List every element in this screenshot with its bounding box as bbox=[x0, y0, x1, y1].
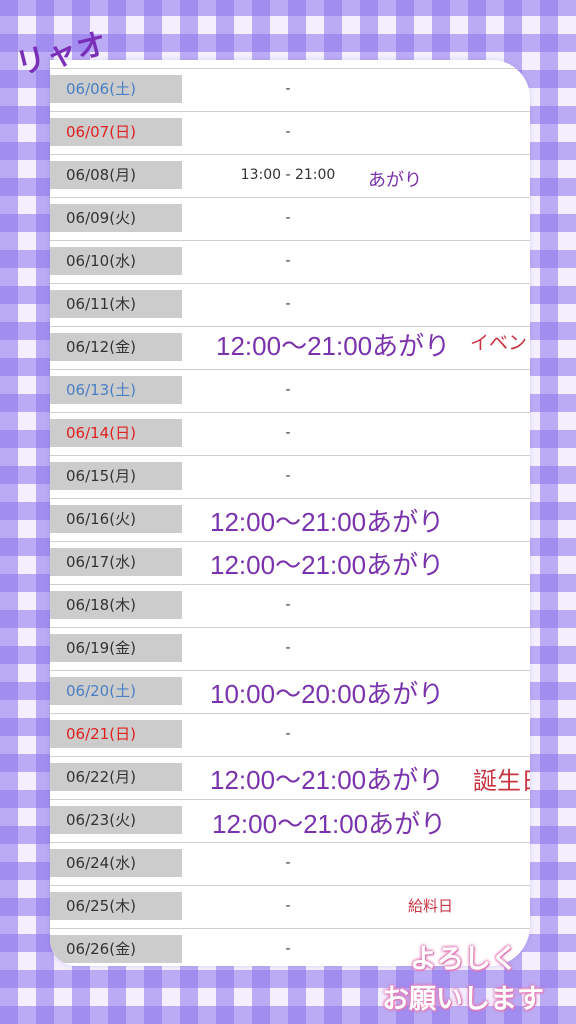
time-cell: - bbox=[285, 726, 291, 742]
schedule-row: 06/16(火) 12:00〜21:00あがり bbox=[50, 498, 530, 542]
event-tag: 誕生日 bbox=[473, 768, 530, 795]
date-cell: 06/10(水) bbox=[50, 247, 182, 275]
time-cell: - bbox=[285, 425, 291, 441]
date-cell: 06/14(日) bbox=[50, 419, 182, 447]
schedule-row: 06/14(日) - bbox=[50, 412, 530, 456]
schedule-row: 06/23(火) 12:00〜21:00あがり bbox=[50, 799, 530, 843]
date-cell: 06/12(金) bbox=[50, 333, 182, 361]
time-cell: - bbox=[285, 855, 291, 871]
schedule-row: 06/09(火) - bbox=[50, 197, 530, 241]
sticker-line1: よろしく bbox=[410, 944, 518, 974]
schedule-card: 06/05(金)-06/06(土)-06/07(日)-06/08(月)13:00… bbox=[50, 60, 530, 966]
time-cell: - bbox=[285, 210, 291, 226]
date-cell: 06/11(木) bbox=[50, 290, 182, 318]
date-cell: 06/24(水) bbox=[50, 849, 182, 877]
date-cell: 06/15(月) bbox=[50, 462, 182, 490]
date-cell: 06/19(金) bbox=[50, 634, 182, 662]
schedule-row: 06/25(木) - 給料日 bbox=[50, 885, 530, 929]
schedule-row: 06/08(月) 13:00 - 21:00 あがり bbox=[50, 154, 530, 198]
schedule-row: 06/07(日) - bbox=[50, 111, 530, 155]
time-cell: - bbox=[285, 898, 291, 914]
event-tag: 給料日 bbox=[408, 898, 454, 915]
schedule-row: 06/22(月) 12:00〜21:00あがり 誕生日 bbox=[50, 756, 530, 800]
schedule-row: 06/17(水) 12:00〜21:00あがり bbox=[50, 541, 530, 585]
time-cell: 13:00 - 21:00 bbox=[240, 167, 336, 183]
schedule-row: 06/13(土) - bbox=[50, 369, 530, 413]
handwritten-note: あがり bbox=[368, 170, 422, 190]
date-cell: 06/17(水) bbox=[50, 548, 182, 576]
date-cell: 06/23(火) bbox=[50, 806, 182, 834]
time-cell: - bbox=[285, 81, 291, 97]
schedule-row: 06/20(土) 10:00〜20:00あがり bbox=[50, 670, 530, 714]
time-cell: - bbox=[285, 597, 291, 613]
date-cell: 06/26(金) bbox=[50, 935, 182, 963]
time-cell: - bbox=[285, 640, 291, 656]
schedule-row: 06/15(月) - bbox=[50, 455, 530, 499]
schedule-row: 06/12(金) 12:00〜21:00あがりイベント bbox=[50, 326, 530, 370]
date-cell: 06/22(月) bbox=[50, 763, 182, 791]
schedule-row: 06/24(水) - bbox=[50, 842, 530, 886]
schedule-row: 06/06(土) - bbox=[50, 68, 530, 112]
time-cell: - bbox=[285, 296, 291, 312]
date-cell: 06/07(日) bbox=[50, 118, 182, 146]
time-cell: - bbox=[285, 124, 291, 140]
event-tag: イベント bbox=[470, 333, 530, 354]
schedule-row: 06/21(日) - bbox=[50, 713, 530, 757]
time-cell: - bbox=[285, 941, 291, 957]
handwritten-note: 12:00〜21:00あがり bbox=[212, 809, 447, 839]
handwritten-note: 12:00〜21:00あがり bbox=[210, 765, 445, 795]
time-cell: - bbox=[285, 253, 291, 269]
date-cell: 06/16(火) bbox=[50, 505, 182, 533]
sticker-line2: お願いします bbox=[382, 984, 544, 1014]
date-cell: 06/08(月) bbox=[50, 161, 182, 189]
date-cell: 06/25(木) bbox=[50, 892, 182, 920]
schedule-row: 06/18(木) - bbox=[50, 584, 530, 628]
date-cell: 06/06(土) bbox=[50, 75, 182, 103]
date-cell: 06/21(日) bbox=[50, 720, 182, 748]
date-cell: 06/20(土) bbox=[50, 677, 182, 705]
handwritten-note: 10:00〜20:00あがり bbox=[210, 679, 445, 709]
handwritten-note: 12:00〜21:00あがり bbox=[210, 550, 445, 580]
date-cell: 06/09(火) bbox=[50, 204, 182, 232]
schedule-row: 06/11(木) - bbox=[50, 283, 530, 327]
time-cell: - bbox=[285, 468, 291, 484]
time-cell: - bbox=[190, 60, 386, 68]
handwritten-note: 12:00〜21:00あがり bbox=[216, 331, 451, 361]
schedule-row: 06/19(金) - bbox=[50, 627, 530, 671]
date-cell: 06/18(木) bbox=[50, 591, 182, 619]
schedule-row: 06/10(水) - bbox=[50, 240, 530, 284]
time-cell: - bbox=[285, 382, 291, 398]
handwritten-note: 12:00〜21:00あがり bbox=[210, 507, 445, 537]
date-cell: 06/13(土) bbox=[50, 376, 182, 404]
